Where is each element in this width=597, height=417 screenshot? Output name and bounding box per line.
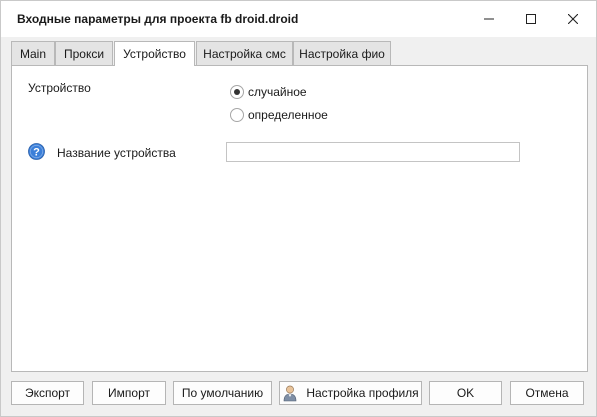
maximize-icon: [526, 14, 536, 24]
device-name-label: Название устройства: [57, 146, 176, 160]
import-button[interactable]: Импорт: [92, 381, 166, 405]
radio-random-label[interactable]: случайное: [248, 85, 307, 99]
svg-text:?: ?: [33, 147, 40, 159]
tab-device[interactable]: Устройство: [114, 41, 195, 66]
maximize-button[interactable]: [509, 1, 553, 37]
device-label: Устройство: [28, 81, 91, 95]
ok-button[interactable]: OK: [429, 381, 502, 405]
radio-button-specific[interactable]: [230, 108, 244, 122]
radio-specific[interactable]: определенное: [230, 106, 328, 124]
radio-button-random[interactable]: [230, 85, 244, 99]
tab-proxy[interactable]: Прокси: [55, 41, 113, 65]
title-bar: Входные параметры для проекта fb droid.d…: [1, 1, 596, 37]
minimize-button[interactable]: [467, 1, 511, 37]
close-icon: [568, 14, 578, 24]
radio-specific-label[interactable]: определенное: [248, 108, 328, 122]
tab-strip: Main Прокси Устройство Настройка смс Нас…: [11, 41, 591, 66]
tab-panel-device: Устройство случайное определенное ? Назв…: [11, 65, 588, 372]
window-title: Входные параметры для проекта fb droid.d…: [17, 12, 299, 26]
radio-random[interactable]: случайное: [230, 83, 307, 101]
device-name-input[interactable]: [226, 142, 520, 162]
profile-settings-button[interactable]: Настройка профиля: [279, 381, 422, 405]
profile-settings-label: Настройка профиля: [306, 386, 419, 400]
default-button[interactable]: По умолчанию: [173, 381, 272, 405]
minimize-icon: [484, 18, 494, 20]
close-button[interactable]: [551, 1, 595, 37]
user-icon: [284, 385, 297, 402]
question-icon[interactable]: ?: [28, 143, 45, 160]
tab-main[interactable]: Main: [11, 41, 55, 65]
cancel-button[interactable]: Отмена: [510, 381, 584, 405]
dialog-window: Входные параметры для проекта fb droid.d…: [0, 0, 597, 417]
tab-sms-settings[interactable]: Настройка смс: [196, 41, 293, 65]
export-button[interactable]: Экспорт: [11, 381, 84, 405]
tab-fio-settings[interactable]: Настройка фио: [293, 41, 391, 65]
